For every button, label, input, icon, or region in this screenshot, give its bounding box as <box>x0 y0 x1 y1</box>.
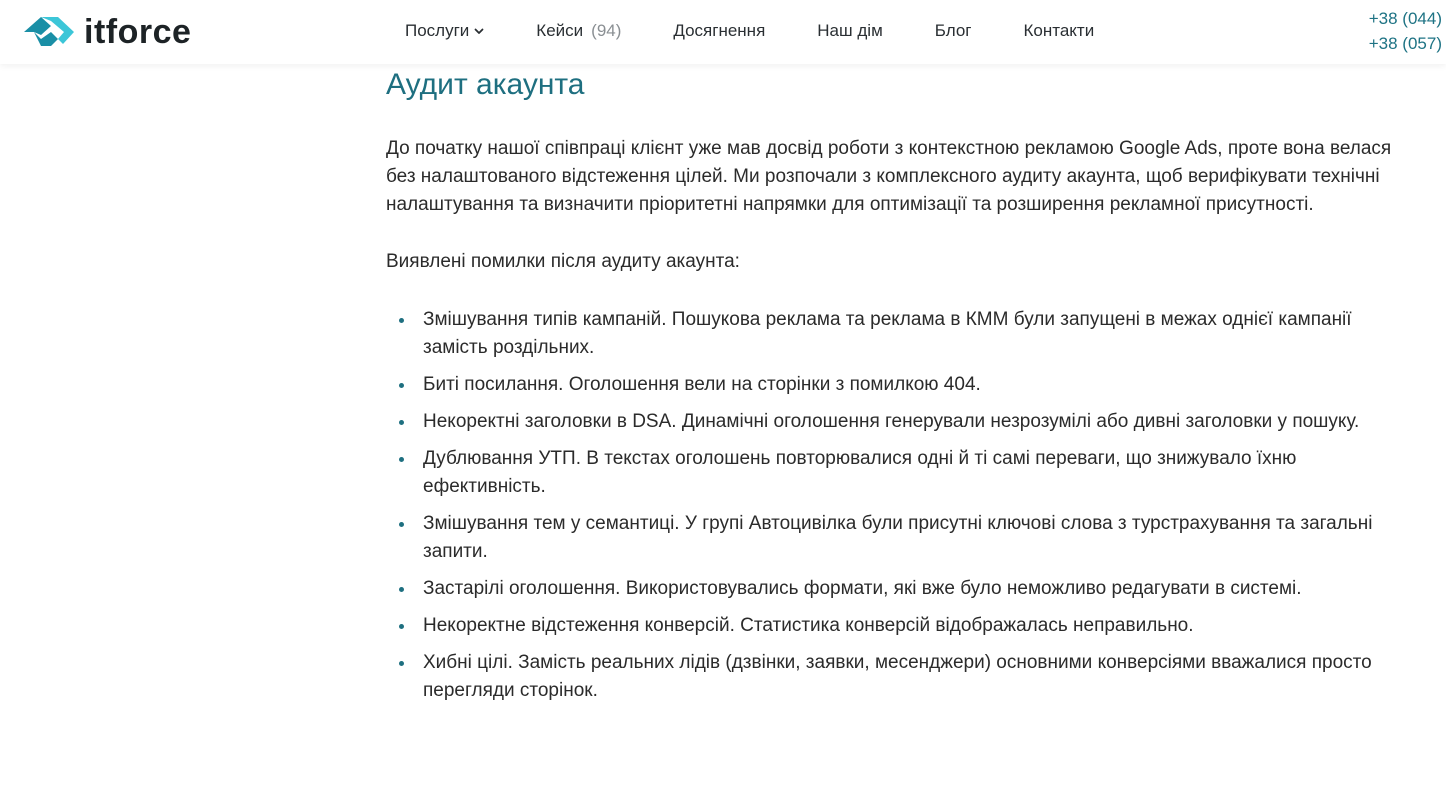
nav-item-label: Кейси <box>536 21 584 40</box>
section-title: Аудит акаунта <box>386 68 585 101</box>
list-item: Биті посилання. Оголошення вели на сторі… <box>386 371 1416 399</box>
list-item: Хибні цілі. Замість реальних лідів (дзві… <box>386 649 1416 705</box>
nav-item-our-home[interactable]: Наш дім <box>817 21 882 41</box>
list-item-text: Некоректне відстеження конверсій. Статис… <box>423 615 1194 636</box>
list-item: Некоректні заголовки в DSA. Динамічні ог… <box>386 408 1416 436</box>
bullet-icon <box>399 587 404 592</box>
logo-mark-icon <box>24 17 74 46</box>
bullet-icon <box>399 624 404 629</box>
nav-item-contacts[interactable]: Контакти <box>1024 21 1095 41</box>
list-item-text: Биті посилання. Оголошення вели на сторі… <box>423 374 981 395</box>
nav-item-label: Послуги <box>405 21 470 40</box>
nav-item-label: Наш дім <box>817 21 883 40</box>
nav-item-label: Контакти <box>1023 21 1095 40</box>
article-content: Аудит акаунта До початку нашої співпраці… <box>386 64 1416 714</box>
list-item: Змішування тем у семантиці. У групі Авто… <box>386 510 1416 566</box>
list-item-text: Хибні цілі. Замість реальних лідів (дзві… <box>423 652 1372 701</box>
list-item-text: Застарілі оголошення. Використовувались … <box>423 578 1302 599</box>
bullet-icon <box>399 522 404 527</box>
phone-link-kharkiv[interactable]: +38 (057) <box>1369 31 1442 56</box>
nav-item-services[interactable]: Послуги <box>405 21 484 41</box>
list-item-text: Змішування тем у семантиці. У групі Авто… <box>423 513 1373 562</box>
bullet-icon <box>399 420 404 425</box>
logo-wordmark: itforce <box>84 12 192 51</box>
chevron-down-icon <box>474 28 484 34</box>
nav-item-label: Блог <box>934 21 972 40</box>
list-item-text: Некоректні заголовки в DSA. Динамічні ог… <box>423 411 1360 432</box>
list-item: Застарілі оголошення. Використовувались … <box>386 575 1416 603</box>
nav-item-blog[interactable]: Блог <box>935 21 972 41</box>
intro-paragraph: До початку нашої співпраці клієнт уже ма… <box>386 138 1392 215</box>
site-header: itforce Послуги Кейси (94) Досягнення На… <box>0 0 1446 64</box>
nav-item-achievements[interactable]: Досягнення <box>673 21 765 41</box>
cases-count-badge: (94) <box>591 21 622 40</box>
bullet-icon <box>399 661 404 666</box>
phone-link-kyiv[interactable]: +38 (044) <box>1369 6 1442 31</box>
bullet-icon <box>399 457 404 462</box>
bullet-icon <box>399 383 404 388</box>
issues-list: Змішування типів кампаній. Пошукова рекл… <box>386 306 1416 705</box>
list-item: Некоректне відстеження конверсій. Статис… <box>386 612 1416 640</box>
nav-item-label: Досягнення <box>673 21 766 40</box>
logo[interactable]: itforce <box>22 12 191 52</box>
list-item: Змішування типів кампаній. Пошукова рекл… <box>386 306 1416 362</box>
issues-lead-paragraph: Виявлені помилки після аудиту акаунта: <box>386 251 740 272</box>
list-item: Дублювання УТП. В текстах оголошень повт… <box>386 445 1416 501</box>
list-item-text: Дублювання УТП. В текстах оголошень повт… <box>423 448 1297 497</box>
bullet-icon <box>399 318 404 323</box>
nav-item-cases[interactable]: Кейси (94) <box>536 21 621 41</box>
list-item-text: Змішування типів кампаній. Пошукова рекл… <box>423 309 1352 358</box>
main-nav: Послуги Кейси (94) Досягнення Наш дім Бл… <box>405 0 1094 62</box>
phone-list: +38 (044) +38 (057) <box>1369 6 1442 56</box>
